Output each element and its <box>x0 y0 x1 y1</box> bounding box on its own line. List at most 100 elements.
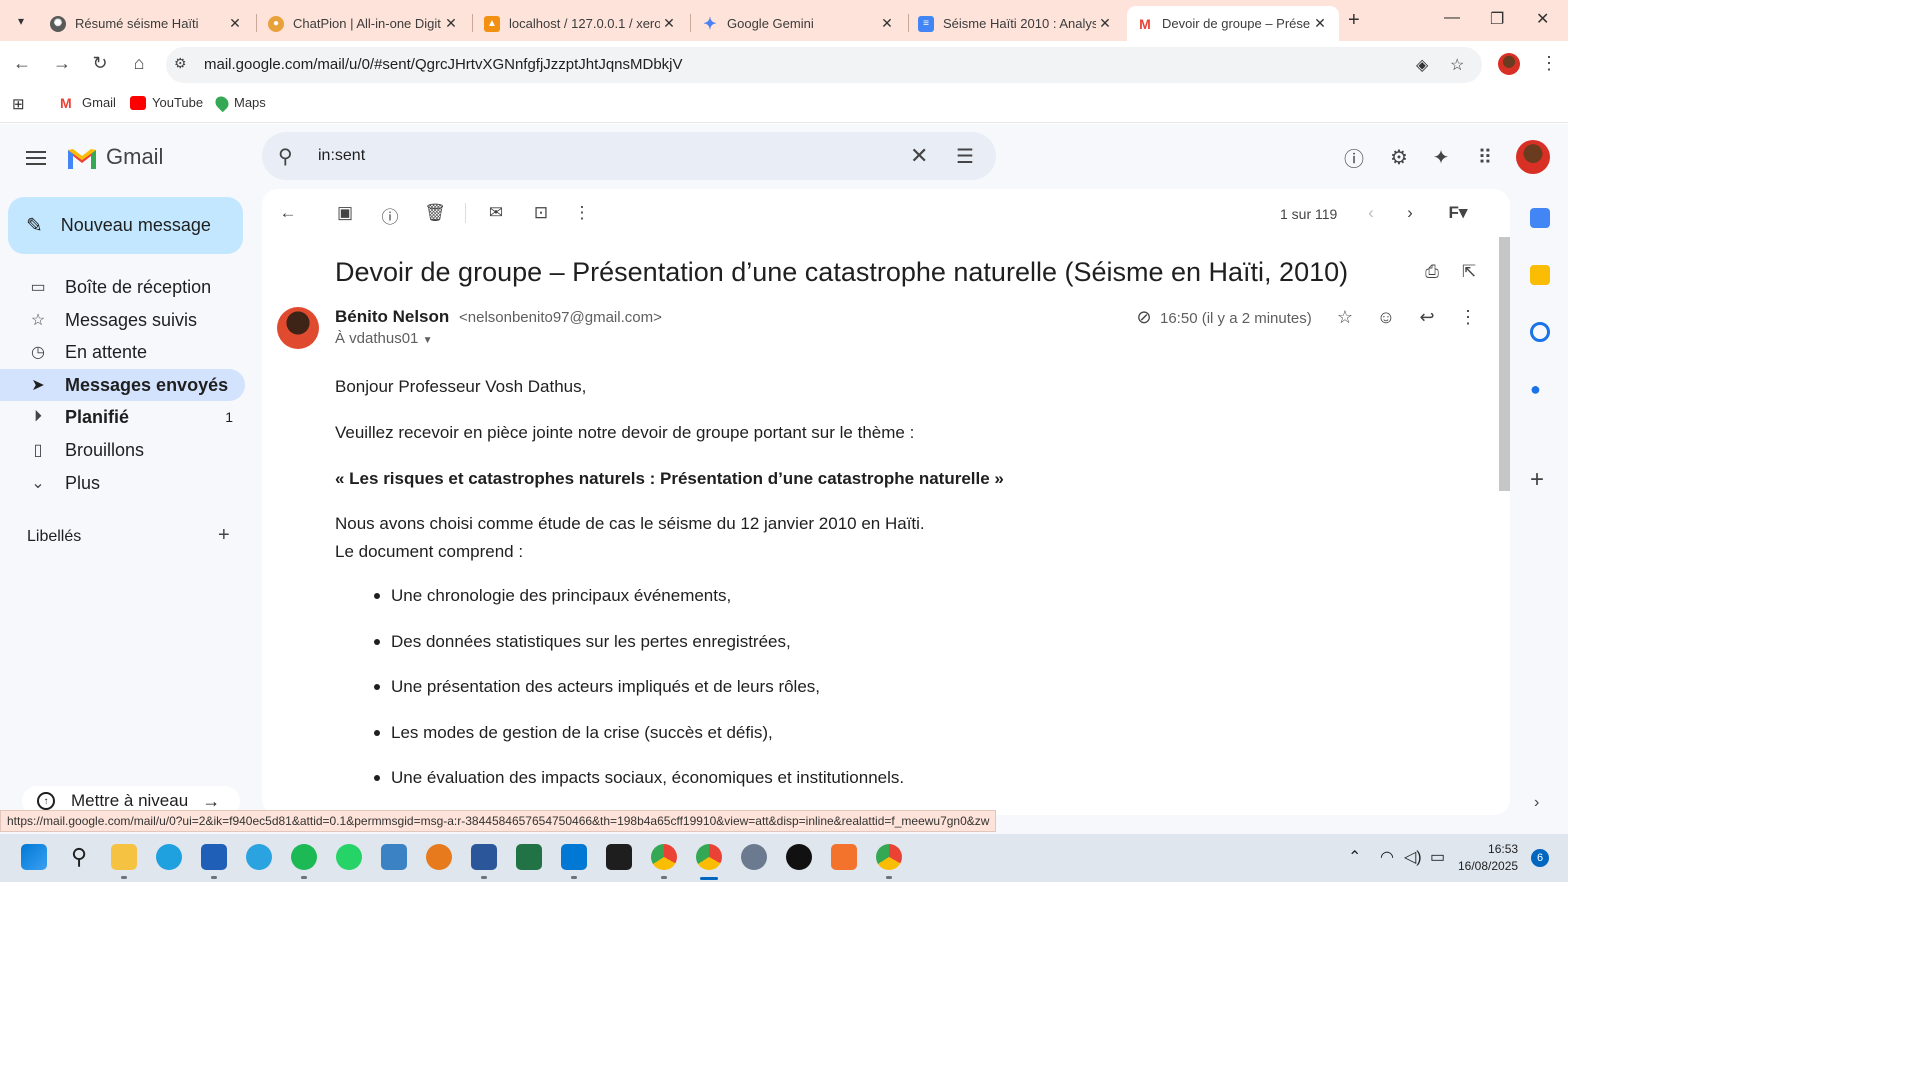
open-new-window-icon[interactable]: ⇱ <box>1458 262 1480 282</box>
terminal-icon[interactable] <box>606 844 632 870</box>
add-label-button[interactable]: + <box>218 524 230 547</box>
new-tab-button[interactable]: + <box>1348 9 1360 32</box>
chrome-profile-icon[interactable] <box>876 844 902 870</box>
forward-button[interactable]: → <box>50 53 74 74</box>
more-message-actions-icon[interactable]: ⋮ <box>1457 307 1479 328</box>
threads-icon[interactable] <box>786 844 812 870</box>
spotify-icon[interactable] <box>291 844 317 870</box>
archive-icon[interactable]: ▣ <box>334 203 356 223</box>
telegram-icon[interactable] <box>246 844 272 870</box>
close-icon[interactable]: ✕ <box>660 15 678 32</box>
tab-gmail-active[interactable]: M Devoir de groupe – Présen ✕ <box>1127 6 1339 41</box>
tab-resume-seisme[interactable]: ✺ Résumé séisme Haïti ✕ <box>40 6 254 41</box>
print-icon[interactable]: ⎙ <box>1421 262 1443 282</box>
close-icon[interactable]: ✕ <box>1311 15 1329 32</box>
mark-unread-icon[interactable]: ✉ <box>485 203 507 223</box>
settings-gear-icon[interactable] <box>741 844 767 870</box>
wifi-icon[interactable]: ◠ <box>1380 847 1394 867</box>
search-icon[interactable]: ⚲ <box>66 844 92 870</box>
restore-button[interactable]: ❐ <box>1490 9 1504 29</box>
chrome-active-icon[interactable] <box>696 844 722 870</box>
notification-badge[interactable]: 6 <box>1531 849 1549 867</box>
system-clock[interactable]: 16:53 16/08/2025 <box>1458 841 1518 875</box>
compose-button[interactable]: ✎ Nouveau message <box>8 197 243 254</box>
site-info-icon[interactable]: ⚙ <box>174 55 187 72</box>
browser-menu-icon[interactable]: ⋮ <box>1540 53 1558 74</box>
bookmark-maps[interactable]: Maps <box>212 93 266 112</box>
newer-chevron-icon[interactable]: ‹ <box>1360 203 1382 223</box>
reload-button[interactable]: ↻ <box>88 53 112 74</box>
edge-icon[interactable] <box>156 844 182 870</box>
sender-name[interactable]: Bénito Nelson <box>335 307 449 327</box>
sidebar-item-drafts[interactable]: ▯ Brouillons <box>0 434 245 466</box>
chevron-up-icon[interactable]: ⌃ <box>1348 847 1361 867</box>
mail-search-bar[interactable]: ⚲ in:sent ✕ ☰ <box>262 132 996 180</box>
whatsapp-icon[interactable] <box>336 844 362 870</box>
close-window-button[interactable]: ✕ <box>1536 9 1549 29</box>
older-chevron-icon[interactable]: › <box>1399 203 1421 223</box>
tab-gemini[interactable]: ✦ Google Gemini ✕ <box>692 6 906 41</box>
word-icon[interactable] <box>471 844 497 870</box>
address-bar[interactable]: ⚙ mail.google.com/mail/u/0/#sent/QgrcJHr… <box>166 47 1482 83</box>
sidebar-item-snoozed[interactable]: ◷ En attente <box>0 336 245 368</box>
translate-icon[interactable]: ◈ <box>1416 55 1428 75</box>
sidebar-item-more[interactable]: ⌄ Plus <box>0 467 245 499</box>
clear-search-icon[interactable]: ✕ <box>910 143 928 169</box>
star-icon[interactable]: ☆ <box>1334 307 1356 328</box>
capcut-icon[interactable] <box>381 844 407 870</box>
back-to-list-icon[interactable]: ← <box>277 203 299 223</box>
add-addon-icon[interactable]: + <box>1530 466 1544 494</box>
contacts-icon[interactable]: ● <box>1530 379 1550 399</box>
tab-chatpion[interactable]: ● ChatPion | All-in-one Digit ✕ <box>258 6 470 41</box>
close-icon[interactable]: ✕ <box>878 15 896 32</box>
reply-icon[interactable]: ↩ <box>1416 307 1438 328</box>
battery-icon[interactable]: ▭ <box>1430 847 1445 867</box>
tab-google-docs[interactable]: ≡ Séisme Haïti 2010 : Analys ✕ <box>908 6 1124 41</box>
recipient-line[interactable]: À vdathus01 ▼ <box>335 330 432 347</box>
windows-start-icon[interactable] <box>21 844 47 870</box>
bookmark-youtube[interactable]: YouTube <box>130 95 203 110</box>
main-menu-icon[interactable] <box>26 147 46 169</box>
search-options-icon[interactable]: ☰ <box>956 144 974 169</box>
sidebar-item-sent[interactable]: ➤ Messages envoyés <box>0 369 245 401</box>
xampp-icon[interactable] <box>831 844 857 870</box>
apps-grid-icon[interactable]: ⊞ <box>12 95 25 113</box>
file-explorer-icon[interactable] <box>111 844 137 870</box>
search-app-icon[interactable] <box>426 844 452 870</box>
bookmark-gmail[interactable]: M Gmail <box>60 95 116 110</box>
report-spam-icon[interactable]: ⓘ <box>379 203 401 228</box>
search-icon[interactable]: ⚲ <box>278 144 293 169</box>
settings-gear-icon[interactable]: ⚙ <box>1386 144 1412 170</box>
calendar-icon[interactable] <box>1530 208 1550 228</box>
help-icon[interactable]: ⓘ <box>1341 144 1367 171</box>
close-icon[interactable]: ✕ <box>226 15 244 32</box>
gemini-spark-icon[interactable]: ✦ <box>1428 144 1454 170</box>
home-button[interactable]: ⌂ <box>127 53 151 74</box>
browser-profile-avatar[interactable] <box>1498 53 1520 75</box>
minimize-button[interactable]: — <box>1444 9 1460 27</box>
store-icon[interactable] <box>201 844 227 870</box>
url-text[interactable]: mail.google.com/mail/u/0/#sent/QgrcJHrtv… <box>204 56 683 73</box>
chevron-down-icon[interactable]: ▼ <box>423 335 433 346</box>
account-avatar[interactable] <box>1516 140 1550 174</box>
vscode-icon[interactable] <box>561 844 587 870</box>
excel-icon[interactable] <box>516 844 542 870</box>
tasks-icon[interactable] <box>1530 322 1550 342</box>
move-to-icon[interactable]: ⊡ <box>530 203 552 223</box>
gmail-logo[interactable]: Gmail <box>66 144 163 170</box>
sidebar-item-inbox[interactable]: ▭ Boîte de réception <box>0 271 245 303</box>
expand-side-panel-icon[interactable]: › <box>1534 794 1539 812</box>
sidebar-item-starred[interactable]: ☆ Messages suivis <box>0 304 245 336</box>
sidebar-item-scheduled[interactable]: ⏵ Planifié 1 <box>0 401 245 433</box>
volume-icon[interactable]: ◁) <box>1404 847 1422 867</box>
close-icon[interactable]: ✕ <box>1096 15 1114 32</box>
tab-phpmyadmin[interactable]: ▲ localhost / 127.0.0.1 / xero ✕ <box>474 6 688 41</box>
search-input[interactable]: in:sent <box>318 147 365 165</box>
tab-search-button[interactable]: ▾ <box>8 8 34 34</box>
close-icon[interactable]: ✕ <box>442 15 460 32</box>
delete-icon[interactable]: 🗑︎ <box>424 203 446 223</box>
back-button[interactable]: ← <box>10 53 34 74</box>
bookmark-star-icon[interactable]: ☆ <box>1450 55 1464 75</box>
input-tools-icon[interactable]: F▾ <box>1438 203 1478 223</box>
message-scrollbar[interactable] <box>1499 237 1510 491</box>
